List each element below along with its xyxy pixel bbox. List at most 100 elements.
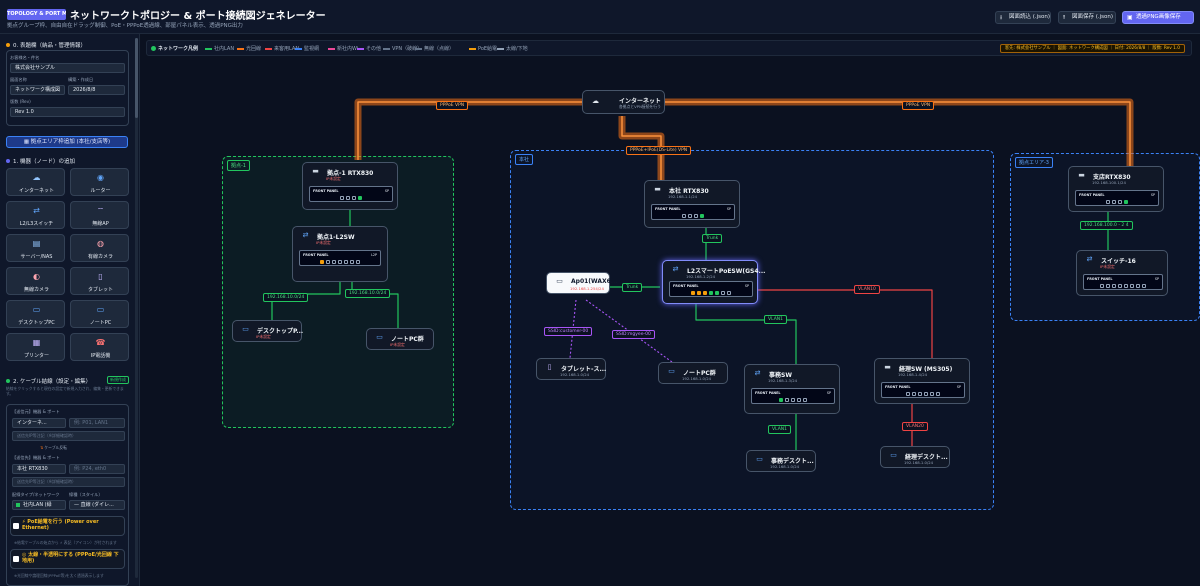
node-poesw[interactable]: ⇄ L2スマートPoESW(GS4... 192.168.1.2/24 FRONT P…	[662, 260, 765, 304]
port-indicator[interactable]	[1106, 284, 1110, 288]
port-indicator[interactable]	[1106, 200, 1110, 204]
node-tab[interactable]: ▯ タブレット-ス... 192.168.1.0/24	[536, 358, 606, 380]
cable-poesw-ksw[interactable]	[756, 289, 933, 358]
pppoe-cable-right-core[interactable]	[665, 101, 1131, 168]
pppoe-cable-right[interactable]	[665, 98, 1134, 168]
save-png-button[interactable]: ▣ 透過PNG画像保存	[1122, 11, 1194, 24]
port-indicator[interactable]	[918, 392, 922, 396]
node-shrtx[interactable]: ▬ 支店RTX830 192.168.100.1/24 FRONT PANEL SP	[1068, 166, 1164, 212]
edge-label-trunk1[interactable]: Trunk	[702, 234, 723, 243]
cable-poesw-jsw[interactable]	[695, 304, 797, 364]
edge-label-vlan10[interactable]: VLAN10	[854, 285, 880, 294]
port-indicator[interactable]	[1100, 284, 1104, 288]
port-indicator[interactable]	[791, 398, 795, 402]
port-indicator[interactable]	[1118, 200, 1122, 204]
pppoe-cable-left[interactable]	[354, 98, 582, 160]
port-indicator[interactable]	[709, 291, 713, 295]
port-indicator[interactable]	[1112, 200, 1116, 204]
device-5-button[interactable]: ▤ サーバー/NAS	[6, 234, 65, 262]
customer-input[interactable]: 株式会社サンプル	[10, 63, 125, 73]
topology-canvas[interactable]: 拠点-1 本社 拠点エリア-3 PPPoE VPN PPPoE VPN PPPoE+IP…	[140, 58, 1200, 586]
pppoe-cable-left-core[interactable]	[357, 101, 582, 160]
device-11-button[interactable]: ▦ プリンター	[6, 333, 65, 361]
port-indicator[interactable]	[697, 291, 701, 295]
date-input[interactable]: 2026/8/8	[68, 85, 125, 95]
node-hqrtx[interactable]: ▬ 本社 RTX830 192.168.1.1/24 FRONT PANEL SP	[644, 180, 740, 228]
port-indicator[interactable]	[803, 398, 807, 402]
port-indicator[interactable]	[352, 196, 356, 200]
port-indicator[interactable]	[1124, 284, 1128, 288]
port-indicator[interactable]	[332, 260, 336, 264]
device-2-button[interactable]: ◉ ルーター	[70, 168, 129, 196]
port-indicator[interactable]	[1142, 284, 1146, 288]
edge-label-subnet3[interactable]: 192.168.100.0 - 2 4	[1080, 221, 1133, 230]
node-jsw[interactable]: ⇄ 事務SW 192.168.1.3/24 FRONT PANEL SP	[744, 364, 840, 414]
rev-input[interactable]: Rev 1.0	[10, 107, 125, 117]
node-npc1[interactable]: ▭ ノートPC群 IP未設定	[366, 328, 434, 350]
port-indicator[interactable]	[320, 260, 324, 264]
source-device-select[interactable]: インターネ...	[12, 418, 66, 428]
port-indicator[interactable]	[779, 398, 783, 402]
port-indicator[interactable]	[930, 392, 934, 396]
port-indicator[interactable]	[1124, 200, 1128, 204]
port-indicator[interactable]	[703, 291, 707, 295]
device-9-button[interactable]: ▭ デスクトップPC	[6, 300, 65, 328]
net-type-select[interactable]: 社内LAN (緑	[12, 500, 66, 510]
port-indicator[interactable]	[912, 392, 916, 396]
port-indicator[interactable]	[727, 291, 731, 295]
edge-label-ssid2[interactable]: SSID:mgyee-00	[612, 330, 655, 339]
destination-device-select[interactable]: 本社 RTX830	[12, 464, 66, 474]
edge-label-vlan1b[interactable]: VLAN1	[768, 425, 791, 434]
port-indicator[interactable]	[721, 291, 725, 295]
port-indicator[interactable]	[797, 398, 801, 402]
port-indicator[interactable]	[338, 260, 342, 264]
add-area-button[interactable]: ▦ 拠点エリア枠追加 (本社/支店等)	[6, 136, 128, 148]
sidebar-scrollbar[interactable]	[135, 38, 138, 578]
drawing-name-input[interactable]: ネットワーク構成図	[10, 85, 65, 95]
port-indicator[interactable]	[1130, 284, 1134, 288]
edge-label-subnet2[interactable]: 192.168.10.0/24	[345, 289, 391, 298]
device-10-button[interactable]: ▭ ノートPC	[70, 300, 129, 328]
node-sw16[interactable]: ⇄ スイッチ-16 IP未設定 FRONT PANEL SP	[1076, 250, 1168, 296]
thick-line-checkbox[interactable]	[13, 556, 19, 562]
port-indicator[interactable]	[344, 260, 348, 264]
port-indicator[interactable]	[700, 214, 704, 218]
port-indicator[interactable]	[691, 291, 695, 295]
port-indicator[interactable]	[1136, 284, 1140, 288]
edge-label-vlan1a[interactable]: VLAN1	[764, 315, 787, 324]
node-ap[interactable]: ▭ Ap01(WAX6... 192.168.1.254/24	[546, 272, 618, 294]
port-indicator[interactable]	[340, 196, 344, 200]
poe-checkbox[interactable]	[13, 523, 19, 529]
device-1-button[interactable]: ☁ インターネット	[6, 168, 65, 196]
device-8-button[interactable]: ▯ タブレット	[70, 267, 129, 295]
node-ksw[interactable]: ▬ 経理SW (MS305) 192.168.1.4/24 FRONT PANEL SP	[874, 358, 970, 404]
edge-label-pppoe_l[interactable]: PPPoE VPN	[436, 101, 469, 110]
node-dpc1[interactable]: ▭ デスクトップP... IP未設定	[232, 320, 303, 342]
port-indicator[interactable]	[924, 392, 928, 396]
edge-label-subnet1[interactable]: 192.168.10.0/24	[263, 293, 309, 302]
node-jdpc[interactable]: ▭ 事務デスクト... 192.168.1.0/24	[746, 450, 816, 472]
port-indicator[interactable]	[346, 196, 350, 200]
node-inet[interactable]: ☁ インターネット 各拠点とVPN接続を行う	[582, 90, 665, 114]
load-json-button[interactable]: ⭳ 図面読込 (.json)	[995, 11, 1051, 24]
device-4-button[interactable]: ⌔ 無線AP	[70, 201, 129, 229]
node-l2sw1[interactable]: ⇄ 拠点1-L2SW IP未設定 FRONT PANEL L2P	[292, 226, 388, 282]
port-indicator[interactable]	[688, 214, 692, 218]
line-style-select[interactable]: — 直線 (ダイレ...	[69, 500, 125, 510]
destination-port-input[interactable]: 例: P24, eth0	[69, 464, 125, 474]
node-rtx1[interactable]: ▬ 拠点-1 RTX830 IP未設定 FRONT PANEL SP	[302, 162, 398, 210]
port-indicator[interactable]	[906, 392, 910, 396]
port-indicator[interactable]	[358, 196, 362, 200]
edge-label-ssid1[interactable]: SSID:customer-00	[544, 327, 593, 336]
port-indicator[interactable]	[682, 214, 686, 218]
port-indicator[interactable]	[356, 260, 360, 264]
device-3-button[interactable]: ⇄ L2/L3スイッチ	[6, 201, 65, 229]
source-note-input[interactable]: 送信先IP等注記（※詳細確認時）	[12, 431, 125, 441]
port-indicator[interactable]	[936, 392, 940, 396]
port-indicator[interactable]	[694, 214, 698, 218]
port-indicator[interactable]	[785, 398, 789, 402]
device-6-button[interactable]: ◍ 有線カメラ	[70, 234, 129, 262]
edge-label-pppoe_r[interactable]: PPPoE VPN	[902, 101, 935, 110]
port-indicator[interactable]	[350, 260, 354, 264]
destination-note-input[interactable]: 送信先IP等注記（※詳細確認時）	[12, 477, 125, 487]
